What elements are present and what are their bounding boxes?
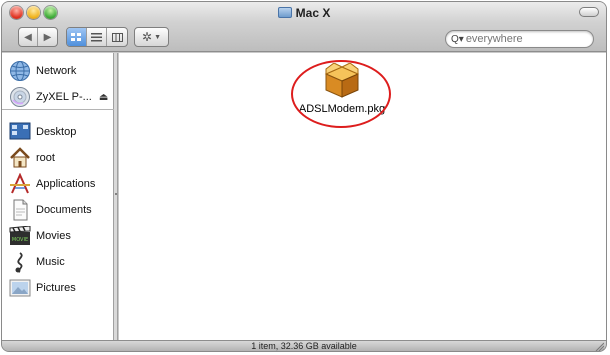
svg-text:MOVIE: MOVIE xyxy=(12,237,28,243)
cd-disc-icon xyxy=(8,85,32,109)
resize-grip-dot xyxy=(115,193,117,195)
package-icon xyxy=(322,62,362,99)
sidebar-item-label: root xyxy=(36,152,55,164)
sidebar-item-label: Movies xyxy=(36,230,71,242)
window-title-text: Mac X xyxy=(295,6,331,20)
sidebar-item-label: Network xyxy=(36,65,77,77)
sidebar-item-label: Music xyxy=(36,256,65,268)
icon-view-icon[interactable] xyxy=(67,28,87,46)
sidebar-item-label: Desktop xyxy=(36,126,77,138)
view-mode-control xyxy=(66,27,128,47)
pictures-icon xyxy=(8,276,32,300)
desktop-icon xyxy=(8,120,32,144)
sidebar-item-music[interactable]: Music xyxy=(8,249,65,275)
gear-icon: ✲ xyxy=(142,30,153,44)
file-item[interactable]: ADSLModem.pkg xyxy=(287,62,397,115)
sidebar-item-movies[interactable]: MOVIE Movies xyxy=(8,223,71,249)
applications-icon xyxy=(8,172,32,196)
home-icon xyxy=(8,146,32,170)
eject-icon[interactable]: ⏏ xyxy=(99,92,108,103)
list-view-icon[interactable] xyxy=(87,28,107,46)
sidebar-item-label: Applications xyxy=(36,178,96,190)
sidebar: Network ZyXEL P-... ⏏ Desktop root Appli… xyxy=(2,53,114,340)
column-view-icon[interactable] xyxy=(107,28,127,46)
file-browser-area[interactable]: ADSLModem.pkg xyxy=(119,53,606,340)
sidebar-item-documents[interactable]: Documents xyxy=(8,197,92,223)
sidebar-item-label: Pictures xyxy=(36,282,76,294)
documents-icon xyxy=(8,198,32,222)
sidebar-divider xyxy=(2,109,114,110)
sidebar-item-pictures[interactable]: Pictures xyxy=(8,275,76,301)
title-bar[interactable]: Mac X ◀ ▶ ✲ ▼ Q▾ xyxy=(2,2,606,52)
search-input[interactable] xyxy=(465,33,586,45)
sidebar-item-label: ZyXEL P-... xyxy=(36,91,92,103)
chevron-down-icon: ▼ xyxy=(154,33,161,41)
sidebar-item-zyxel-disc[interactable]: ZyXEL P-... ⏏ xyxy=(8,84,108,110)
sidebar-resize-handle[interactable] xyxy=(114,53,118,340)
sidebar-item-label: Documents xyxy=(36,204,92,216)
status-bar: 1 item, 32.36 GB available xyxy=(2,340,606,351)
back-arrow-icon[interactable]: ◀ xyxy=(19,28,38,46)
finder-window: Mac X ◀ ▶ ✲ ▼ Q▾ everywhere Network ZyXE… xyxy=(2,2,606,351)
music-icon xyxy=(8,250,32,274)
file-name-label: ADSLModem.pkg xyxy=(298,103,386,115)
action-menu-button[interactable]: ✲ ▼ xyxy=(134,27,169,47)
sidebar-item-network[interactable]: Network xyxy=(8,58,76,84)
forward-arrow-icon[interactable]: ▶ xyxy=(38,28,57,46)
network-globe-icon xyxy=(8,59,32,83)
sidebar-item-applications[interactable]: Applications xyxy=(8,171,95,197)
movies-icon: MOVIE xyxy=(8,224,32,248)
search-icon: Q▾ xyxy=(451,33,464,45)
toolbar-toggle-button[interactable] xyxy=(579,7,599,17)
window-title: Mac X xyxy=(2,6,606,20)
sidebar-item-root[interactable]: root xyxy=(8,145,55,171)
resize-grip-icon[interactable] xyxy=(594,341,604,351)
back-forward-control: ◀ ▶ xyxy=(18,27,58,47)
sidebar-item-desktop[interactable]: Desktop xyxy=(8,119,76,145)
status-text: 1 item, 32.36 GB available xyxy=(251,341,357,351)
folder-icon xyxy=(277,7,292,18)
search-field[interactable]: Q▾ xyxy=(445,30,594,48)
